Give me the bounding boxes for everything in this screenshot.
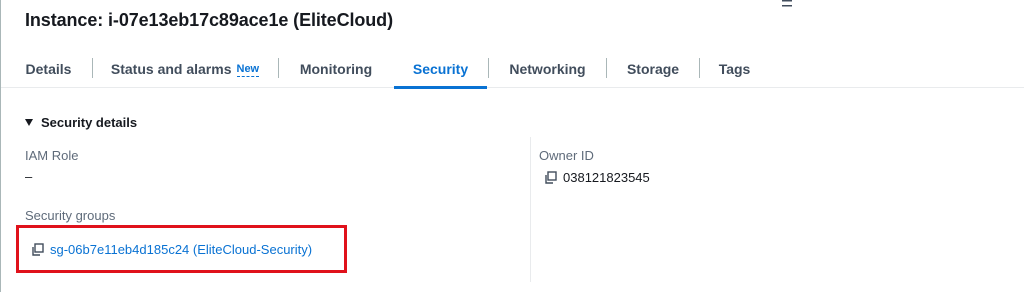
caret-down-icon [25, 119, 33, 126]
tab-details[interactable]: Details [25, 50, 72, 88]
tab-security[interactable]: Security [394, 50, 487, 89]
tab-bar: Details Status and alarms New Monitoring… [1, 50, 1024, 89]
section-title: Security details [41, 115, 138, 130]
instance-panel: Instance: i-07e13eb17c89ace1e (EliteClou… [0, 0, 1024, 292]
page-title: Instance: i-07e13eb17c89ace1e (EliteClou… [25, 10, 393, 30]
iam-role-label: IAM Role [25, 148, 79, 163]
tab-separator [699, 58, 700, 78]
tab-networking[interactable]: Networking [509, 50, 586, 88]
tab-separator [488, 58, 489, 78]
security-details-toggle[interactable]: Security details [25, 115, 137, 130]
tab-tags[interactable]: Tags [719, 50, 751, 88]
column-divider [530, 137, 531, 282]
tab-separator [606, 58, 607, 78]
iam-role-value: – [25, 169, 33, 184]
owner-id-value: 038121823545 [563, 170, 650, 185]
new-badge: New [236, 63, 260, 77]
tab-monitoring[interactable]: Monitoring [299, 50, 373, 88]
menu-icon[interactable] [781, 0, 793, 8]
tab-separator [92, 58, 93, 78]
owner-id-label: Owner ID [539, 148, 594, 163]
owner-id-row: 038121823545 [544, 170, 650, 185]
tab-separator [278, 58, 279, 78]
highlight-annotation [16, 225, 347, 273]
copy-icon[interactable] [544, 171, 557, 184]
security-groups-label: Security groups [25, 208, 116, 223]
tab-storage[interactable]: Storage [627, 50, 679, 88]
tab-status-and-alarms[interactable]: Status and alarms New [111, 50, 260, 88]
